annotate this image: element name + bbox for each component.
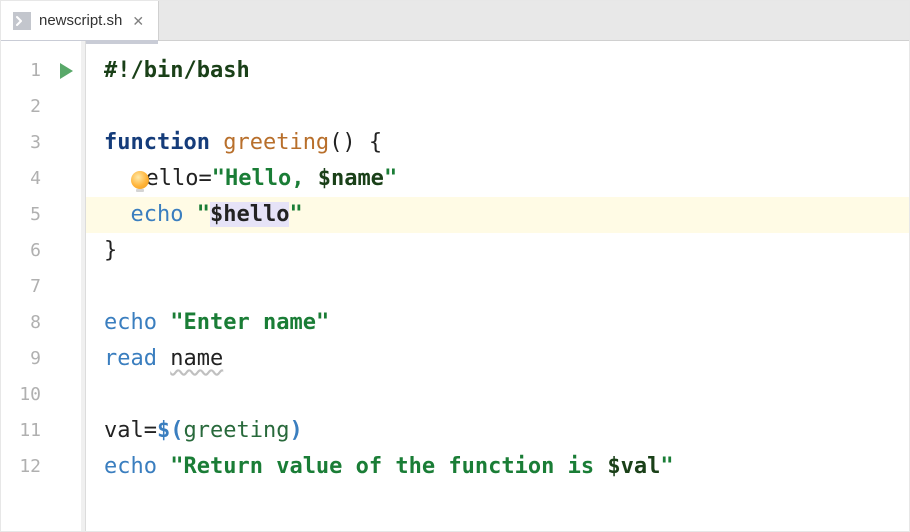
line-number[interactable]: 6 <box>1 233 51 269</box>
close-icon[interactable]: ✕ <box>130 14 146 28</box>
token-subshell-close: ) <box>289 418 302 443</box>
token-shebang: #!/bin/bash <box>104 58 250 83</box>
code-line[interactable]: echo "$hello" <box>86 197 909 233</box>
token-brace: } <box>104 238 117 263</box>
token-quote: " <box>289 202 302 227</box>
token-keyword: function <box>104 130 210 155</box>
token-subshell-open: $( <box>157 418 184 443</box>
gutter-slot <box>51 161 81 197</box>
line-number[interactable]: 7 <box>1 269 51 305</box>
gutter-slot <box>51 269 81 305</box>
gutter-slot <box>51 341 81 377</box>
gutter-slot <box>51 449 81 485</box>
line-number-gutter: 1 2 3 4 5 6 7 8 9 10 11 12 <box>1 41 51 531</box>
gutter-slot <box>51 305 81 341</box>
line-number[interactable]: 3 <box>1 125 51 161</box>
tab-bar: newscript.sh ✕ <box>1 1 909 41</box>
token-equals: = <box>198 166 211 191</box>
token-quote: " <box>660 454 673 479</box>
code-line[interactable]: #!/bin/bash <box>86 53 909 89</box>
token-builtin: echo <box>104 454 157 479</box>
token-equals: = <box>144 418 157 443</box>
token-quote: " <box>170 454 183 479</box>
code-line[interactable]: echo "Return value of the function is $v… <box>86 449 909 485</box>
code-line[interactable] <box>86 269 909 305</box>
line-number[interactable]: 4 <box>1 161 51 197</box>
editor-body: 1 2 3 4 5 6 7 8 9 10 11 12 <box>1 41 909 531</box>
line-number[interactable]: 12 <box>1 449 51 485</box>
token-quote: " <box>170 310 183 335</box>
line-number[interactable]: 11 <box>1 413 51 449</box>
gutter-slot <box>51 89 81 125</box>
token-punctuation: () { <box>329 130 382 155</box>
code-line[interactable]: } <box>86 233 909 269</box>
run-gutter <box>51 41 81 531</box>
token-string-text: Enter name <box>183 310 315 335</box>
token-builtin: echo <box>131 202 184 227</box>
run-script-icon[interactable] <box>51 53 81 89</box>
line-number[interactable]: 8 <box>1 305 51 341</box>
token-builtin: read <box>104 346 157 371</box>
token-variable-use: $hello <box>210 202 289 227</box>
token-quote: " <box>384 166 397 191</box>
token-string-text: Return value of the function is <box>183 454 607 479</box>
gutter-slot <box>51 125 81 161</box>
token-quote: " <box>316 310 329 335</box>
gutter-slot <box>51 413 81 449</box>
token-variable: $name <box>318 166 384 191</box>
line-number[interactable]: 1 <box>1 53 51 89</box>
token-string-text: Hello, <box>225 166 318 191</box>
code-line[interactable]: echo "Enter name" <box>86 305 909 341</box>
editor-root: newscript.sh ✕ 1 2 3 4 5 6 7 8 9 10 11 1… <box>0 0 910 532</box>
line-number[interactable]: 10 <box>1 377 51 413</box>
line-number[interactable]: 9 <box>1 341 51 377</box>
token-var-fragment: ello <box>146 166 199 191</box>
shell-filetype-icon <box>13 12 31 30</box>
code-line[interactable] <box>86 89 909 125</box>
gutter-slot <box>51 233 81 269</box>
token-call: greeting <box>184 418 290 443</box>
line-number[interactable]: 2 <box>1 89 51 125</box>
code-line[interactable]: ello="Hello, $name" <box>86 161 909 197</box>
line-number[interactable]: 5 <box>1 197 51 233</box>
token-function-name: greeting <box>223 130 329 155</box>
token-quote: " <box>212 166 225 191</box>
tab-newscript[interactable]: newscript.sh ✕ <box>1 1 159 40</box>
code-line[interactable] <box>86 377 909 413</box>
code-line[interactable]: function greeting() { <box>86 125 909 161</box>
code-line[interactable]: read name <box>86 341 909 377</box>
gutter-slot <box>51 197 81 233</box>
token-quote: " <box>197 202 210 227</box>
token-identifier: name <box>170 346 223 371</box>
token-identifier: val <box>104 418 144 443</box>
tab-label: newscript.sh <box>39 12 122 29</box>
token-builtin: echo <box>104 310 157 335</box>
code-line[interactable]: val=$(greeting) <box>86 413 909 449</box>
token-variable: $val <box>607 454 660 479</box>
gutter-slot <box>51 377 81 413</box>
intention-bulb-icon[interactable] <box>131 171 149 189</box>
code-area[interactable]: #!/bin/bash function greeting() { ello="… <box>86 41 909 531</box>
